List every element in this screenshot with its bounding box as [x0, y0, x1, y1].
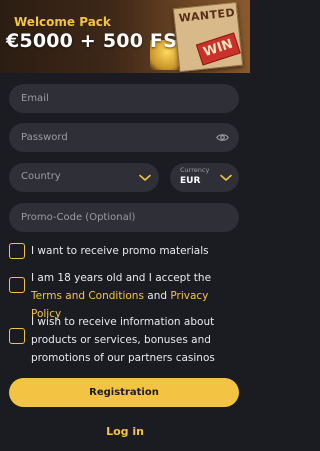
email-field[interactable] [9, 84, 239, 113]
promo-consent-row: I want to receive promo materials [9, 241, 239, 261]
terms-link[interactable]: Terms and Conditions [31, 290, 144, 302]
promo-consent-label: I want to receive promo materials [31, 245, 209, 257]
country-placeholder: Country [21, 171, 61, 182]
age-terms-checkbox[interactable] [9, 277, 25, 293]
poster-sign-text: WIN [201, 36, 235, 61]
login-link[interactable]: Log in [0, 425, 250, 438]
banner-welcome: Welcome Pack [14, 15, 111, 29]
partners-consent-checkbox[interactable] [9, 328, 25, 344]
currency-select[interactable]: Currency EUR [170, 163, 239, 192]
promo-code-field[interactable] [9, 203, 239, 232]
email-field-wrapper [9, 84, 239, 113]
country-select[interactable]: Country [9, 163, 159, 192]
eye-icon[interactable] [216, 131, 229, 144]
password-field-wrapper [9, 123, 239, 152]
partners-consent-row: I wish to receive information about prod… [9, 316, 239, 372]
password-field[interactable] [9, 123, 239, 152]
banner-text: Welcome Pack €5000 + 500 FS [6, 15, 177, 53]
chevron-down-icon [220, 174, 232, 181]
registration-form: Country Currency EUR I want to receive p… [0, 73, 250, 451]
age-terms-row: I am 18 years old and I accept the Terms… [9, 272, 239, 320]
promo-banner: Welcome Pack €5000 + 500 FS WANTED WIN [0, 0, 250, 73]
poster-sign: WIN [195, 32, 241, 66]
chevron-down-icon [139, 174, 151, 181]
age-terms-and: and [143, 290, 171, 302]
poster-title: WANTED [178, 6, 236, 25]
currency-value: EUR [180, 176, 201, 186]
banner-amount: €5000 + 500 FS [6, 30, 177, 52]
promo-code-field-wrapper [9, 203, 239, 232]
promo-consent-checkbox[interactable] [9, 243, 25, 259]
currency-caption: Currency [180, 166, 210, 174]
age-terms-text: I am 18 years old and I accept the [31, 272, 212, 284]
registration-button[interactable]: Registration [9, 378, 239, 407]
wanted-poster-image: WANTED WIN [172, 1, 244, 73]
partners-consent-label: I wish to receive information about prod… [31, 316, 215, 364]
